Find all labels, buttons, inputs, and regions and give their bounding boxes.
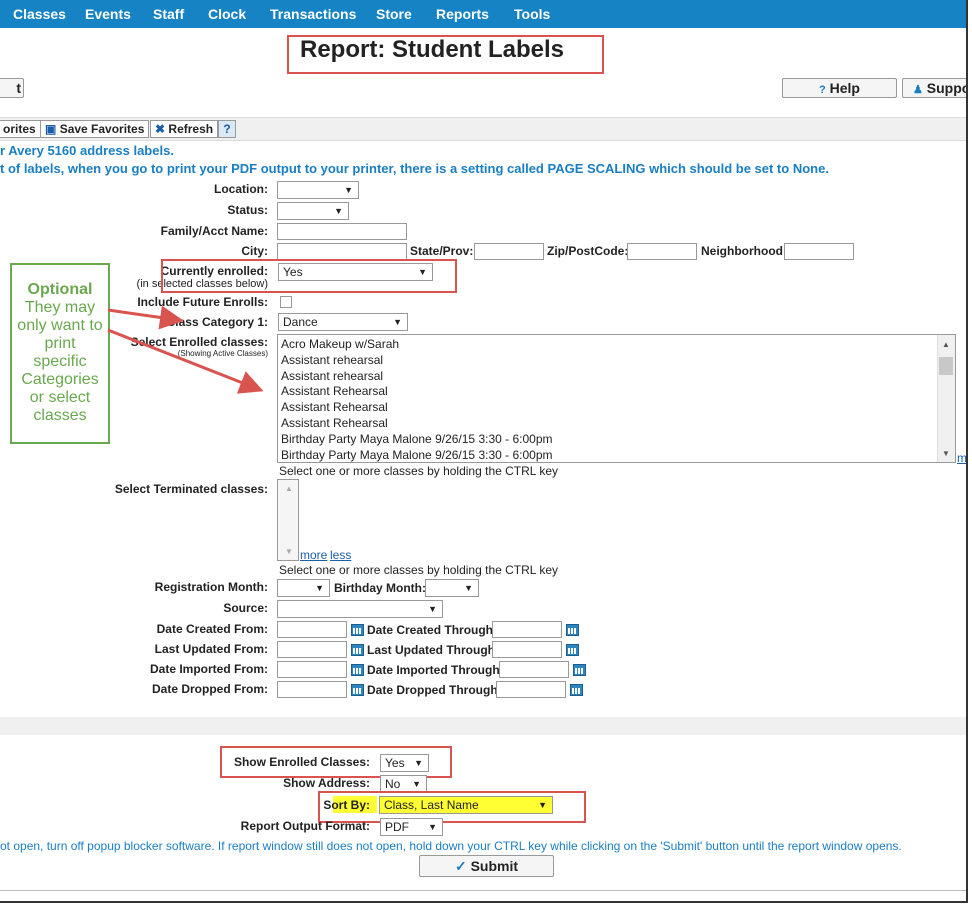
report-page: Classes Events Staff Clock Transactions …	[0, 0, 968, 903]
annotation-arrows	[107, 305, 264, 394]
arrow-to-category	[107, 305, 184, 330]
arrow-to-classes	[107, 328, 264, 394]
